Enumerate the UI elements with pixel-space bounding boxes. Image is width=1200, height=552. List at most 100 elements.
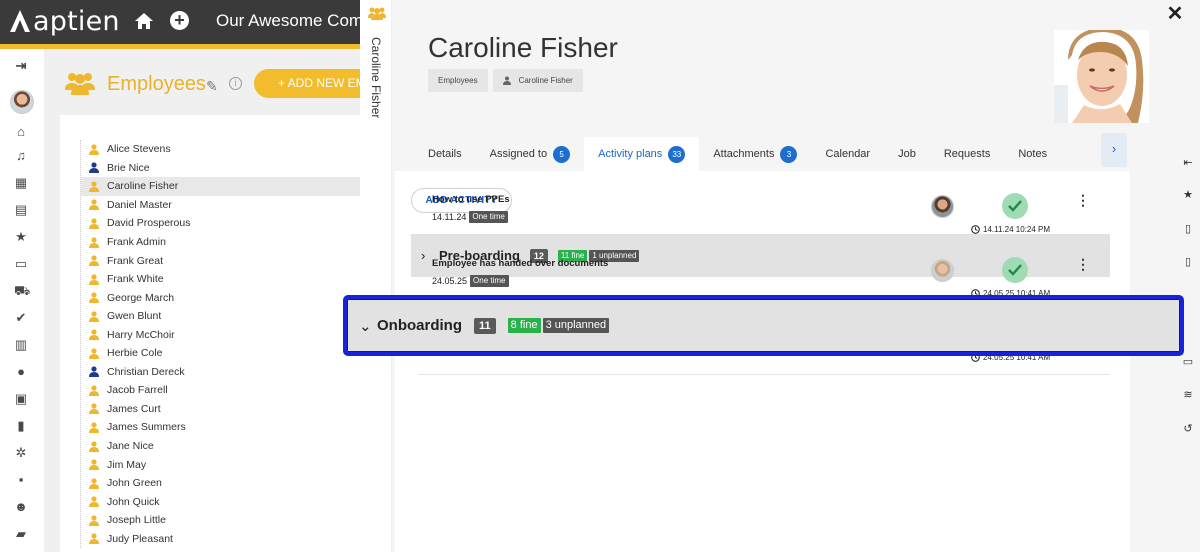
- onboarding-section-header[interactable]: ⌄ Onboarding 11 8 fine 3 unplanned: [343, 295, 1184, 356]
- clipboard-list-icon[interactable]: ▣: [14, 392, 28, 406]
- breadcrumb-person-label: Caroline Fisher: [518, 76, 573, 85]
- employee-row[interactable]: Harry McChoir: [81, 325, 360, 344]
- document-icon[interactable]: ▯: [1180, 221, 1196, 237]
- bell-icon[interactable]: ♫: [14, 149, 28, 163]
- profile-photo[interactable]: [1054, 30, 1149, 123]
- home-nav-icon[interactable]: ⌂: [14, 125, 28, 139]
- tabs-next-chevron-icon[interactable]: ›: [1101, 133, 1127, 167]
- tab-attachments[interactable]: Attachments 3: [699, 137, 811, 171]
- company-name[interactable]: Our Awesome Comp: [216, 11, 373, 31]
- person-icon: [89, 329, 99, 341]
- employee-row[interactable]: Daniel Master: [81, 196, 360, 215]
- person-icon: [89, 181, 99, 192]
- employee-row[interactable]: Frank Admin: [81, 233, 360, 252]
- star-icon[interactable]: ★: [14, 230, 28, 244]
- edit-pencil-icon[interactable]: ✎: [206, 78, 218, 95]
- document-icon[interactable]: ▭: [14, 257, 28, 271]
- tab-assigned-to[interactable]: Assigned to 5: [476, 137, 584, 171]
- more-options-icon[interactable]: ⋮: [1076, 257, 1090, 271]
- star-icon[interactable]: ★: [1180, 187, 1196, 203]
- book-icon[interactable]: ▰: [14, 527, 28, 541]
- file-icon[interactable]: ▯: [1180, 254, 1196, 270]
- employee-row[interactable]: Herbie Cole: [81, 344, 360, 363]
- calendar-icon[interactable]: ▦: [14, 176, 28, 190]
- activity-title[interactable]: How to use PPEs: [432, 194, 510, 205]
- employee-name: Gwen Blunt: [107, 310, 162, 323]
- employee-row[interactable]: Joseph Little: [81, 511, 360, 530]
- employee-name: Herbie Cole: [107, 347, 163, 360]
- breadcrumb-person[interactable]: Caroline Fisher: [492, 69, 583, 92]
- employee-row[interactable]: John Green: [81, 474, 360, 493]
- person-icon: [89, 459, 99, 471]
- person-icon: [89, 478, 99, 489]
- employee-row[interactable]: Frank White: [81, 270, 360, 289]
- completed-check-icon[interactable]: [1002, 193, 1028, 219]
- collapse-nav-icon[interactable]: ⇥: [14, 59, 28, 73]
- home-icon[interactable]: [134, 11, 154, 31]
- employee-name: James Curt: [107, 402, 161, 415]
- person-icon: [89, 199, 99, 211]
- employee-row[interactable]: Jim May: [81, 455, 360, 474]
- assignee-avatar[interactable]: [931, 195, 954, 218]
- tab-label: Job: [898, 148, 916, 160]
- employee-name: Frank Admin: [107, 236, 166, 248]
- library-icon[interactable]: ▮: [14, 419, 28, 433]
- activity-title[interactable]: Employee has handed over documents: [432, 258, 608, 269]
- collapse-left-icon[interactable]: ⇤: [1180, 155, 1196, 171]
- history-icon[interactable]: ↺: [1180, 421, 1196, 437]
- sliders-icon[interactable]: ≋: [1180, 387, 1196, 403]
- employee-row[interactable]: John Quick: [81, 492, 360, 511]
- employee-row[interactable]: Frank Great: [81, 251, 360, 270]
- employee-name: Jacob Farrell: [107, 384, 168, 397]
- employee-row[interactable]: Jacob Farrell: [81, 381, 360, 400]
- employee-row[interactable]: David Prosperous: [81, 214, 360, 233]
- employee-row[interactable]: Brie Nice: [81, 159, 360, 178]
- tab-details[interactable]: Details: [414, 137, 476, 171]
- employee-row[interactable]: Gwen Blunt: [81, 307, 360, 326]
- activity-item[interactable]: How to use PPEs 14.11.24 One time 14.11.24 …: [418, 183, 1110, 247]
- info-icon[interactable]: i: [229, 77, 242, 90]
- id-card-icon[interactable]: ▭: [1180, 354, 1196, 370]
- breadcrumb-employees[interactable]: Employees: [428, 69, 488, 92]
- employee-row[interactable]: James Summers: [81, 418, 360, 437]
- employee-row[interactable]: Jane Nice: [81, 437, 360, 456]
- add-icon[interactable]: +: [170, 11, 189, 30]
- employee-row[interactable]: James Curt: [81, 400, 360, 419]
- tab-job[interactable]: Job: [884, 137, 930, 171]
- employee-row[interactable]: George March: [81, 288, 360, 307]
- person-icon: [89, 348, 99, 359]
- network-icon[interactable]: ✲: [14, 446, 28, 460]
- frequency-badge: One time: [470, 275, 509, 287]
- report-icon[interactable]: ▥: [14, 338, 28, 352]
- assignee-avatar[interactable]: [931, 259, 954, 282]
- employee-row[interactable]: Judy Pleasant: [81, 529, 360, 548]
- employee-name: Christian Dereck: [107, 365, 185, 378]
- employee-row[interactable]: Christian Dereck: [81, 363, 360, 382]
- tab-label: Activity plans: [598, 148, 663, 160]
- completed-check-icon[interactable]: [1002, 257, 1028, 283]
- clipboard-icon[interactable]: ▤: [14, 203, 28, 217]
- employee-row[interactable]: Alice Stevens: [81, 140, 360, 159]
- more-options-icon[interactable]: ⋮: [1076, 193, 1090, 207]
- breadcrumb-employees-label: Employees: [438, 76, 478, 85]
- tab-count-badge: 33: [668, 145, 686, 163]
- user-avatar[interactable]: [10, 90, 34, 114]
- employee-row[interactable]: Caroline Fisher: [81, 177, 360, 196]
- tab-calendar[interactable]: Calendar: [811, 137, 884, 171]
- tab-label: Notes: [1018, 148, 1048, 160]
- grid-icon[interactable]: ▪: [14, 473, 28, 487]
- employee-name: Alice Stevens: [107, 143, 171, 156]
- panel-side-name: Caroline Fisher: [369, 37, 383, 119]
- tab-activity-plans[interactable]: Activity plans 33: [584, 137, 700, 171]
- person-icon[interactable]: ●: [14, 365, 28, 379]
- person-icon: [89, 218, 99, 229]
- tab-requests[interactable]: Requests: [930, 137, 1004, 171]
- check-icon[interactable]: ✔: [14, 311, 28, 325]
- tab-label: Attachments: [713, 148, 775, 160]
- close-icon[interactable]: ✕: [1166, 4, 1184, 24]
- tab-notes[interactable]: Notes: [1004, 137, 1061, 171]
- aptien-logo[interactable]: aptien: [8, 6, 120, 37]
- cart-icon[interactable]: ⛟: [14, 284, 30, 298]
- detail-tabs: Details Assigned to 5 Activity plans 33 Attac…: [414, 137, 1061, 171]
- users-icon[interactable]: ☻: [14, 500, 28, 514]
